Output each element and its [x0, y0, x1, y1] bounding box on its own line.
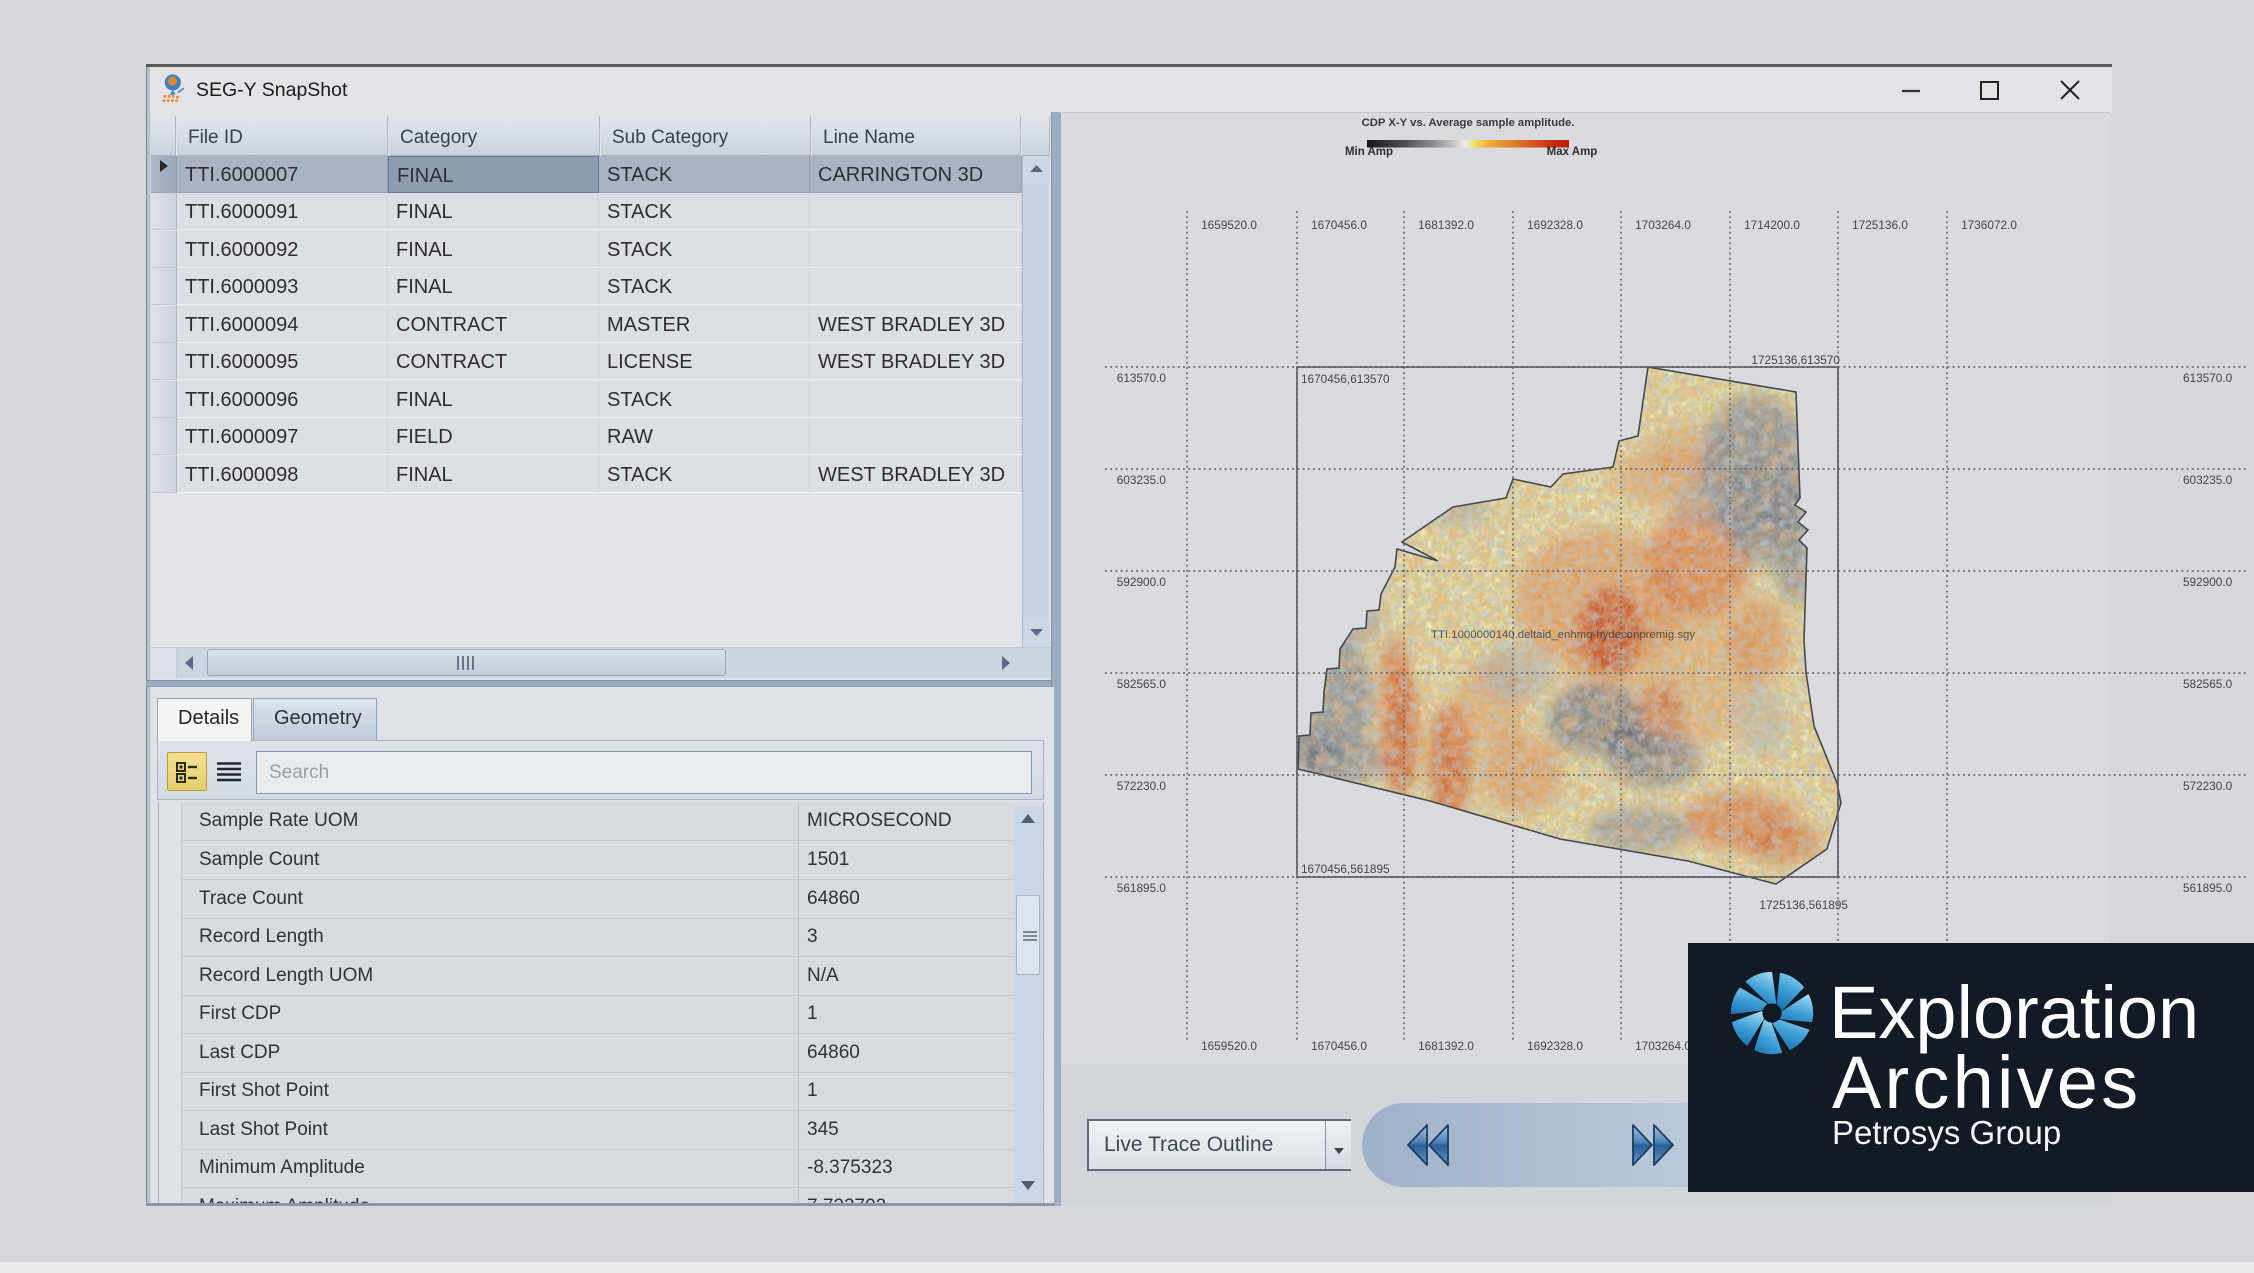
svg-text:1670456,561895: 1670456,561895 — [1301, 862, 1390, 876]
svg-text:1681392.0: 1681392.0 — [1418, 1039, 1474, 1053]
svg-text:1659520.0: 1659520.0 — [1201, 1039, 1257, 1053]
svg-text:613570.0: 613570.0 — [2183, 371, 2233, 385]
svg-text:1725136,613570: 1725136,613570 — [1751, 353, 1840, 367]
svg-text:592900.0: 592900.0 — [1117, 575, 1167, 589]
svg-text:Min Amp: Min Amp — [1345, 146, 1393, 158]
svg-text:1725136,561895: 1725136,561895 — [1759, 898, 1848, 912]
svg-text:603235.0: 603235.0 — [1117, 473, 1167, 487]
svg-text:1703264.0: 1703264.0 — [1635, 218, 1691, 232]
svg-text:582565.0: 582565.0 — [1117, 677, 1167, 691]
svg-text:1659520.0: 1659520.0 — [1201, 218, 1257, 232]
svg-text:1692328.0: 1692328.0 — [1527, 1039, 1583, 1053]
svg-text:1725136.0: 1725136.0 — [1852, 218, 1908, 232]
svg-text:1714200.0: 1714200.0 — [1744, 218, 1800, 232]
svg-text:1736072.0: 1736072.0 — [1961, 218, 2017, 232]
svg-text:613570.0: 613570.0 — [1117, 371, 1167, 385]
svg-text:1670456.0: 1670456.0 — [1311, 1039, 1367, 1053]
svg-text:TTI.1000000140.deltaid_enhmq-h: TTI.1000000140.deltaid_enhmq-hydeconprem… — [1431, 629, 1695, 641]
svg-text:Max Amp: Max Amp — [1547, 146, 1598, 158]
svg-text:561895.0: 561895.0 — [1117, 881, 1167, 895]
svg-text:1692328.0: 1692328.0 — [1527, 218, 1583, 232]
svg-text:CDP X-Y vs. Average sample amp: CDP X-Y vs. Average sample amplitude. — [1362, 117, 1575, 129]
svg-text:592900.0: 592900.0 — [2183, 575, 2233, 589]
svg-text:572230.0: 572230.0 — [2183, 779, 2233, 793]
svg-text:572230.0: 572230.0 — [1117, 779, 1167, 793]
svg-text:1703264.0: 1703264.0 — [1635, 1039, 1691, 1053]
svg-text:561895.0: 561895.0 — [2183, 881, 2233, 895]
svg-text:582565.0: 582565.0 — [2183, 677, 2233, 691]
svg-text:603235.0: 603235.0 — [2183, 473, 2233, 487]
svg-text:1681392.0: 1681392.0 — [1418, 218, 1474, 232]
svg-text:1670456,613570: 1670456,613570 — [1301, 372, 1390, 386]
svg-text:1670456.0: 1670456.0 — [1311, 218, 1367, 232]
